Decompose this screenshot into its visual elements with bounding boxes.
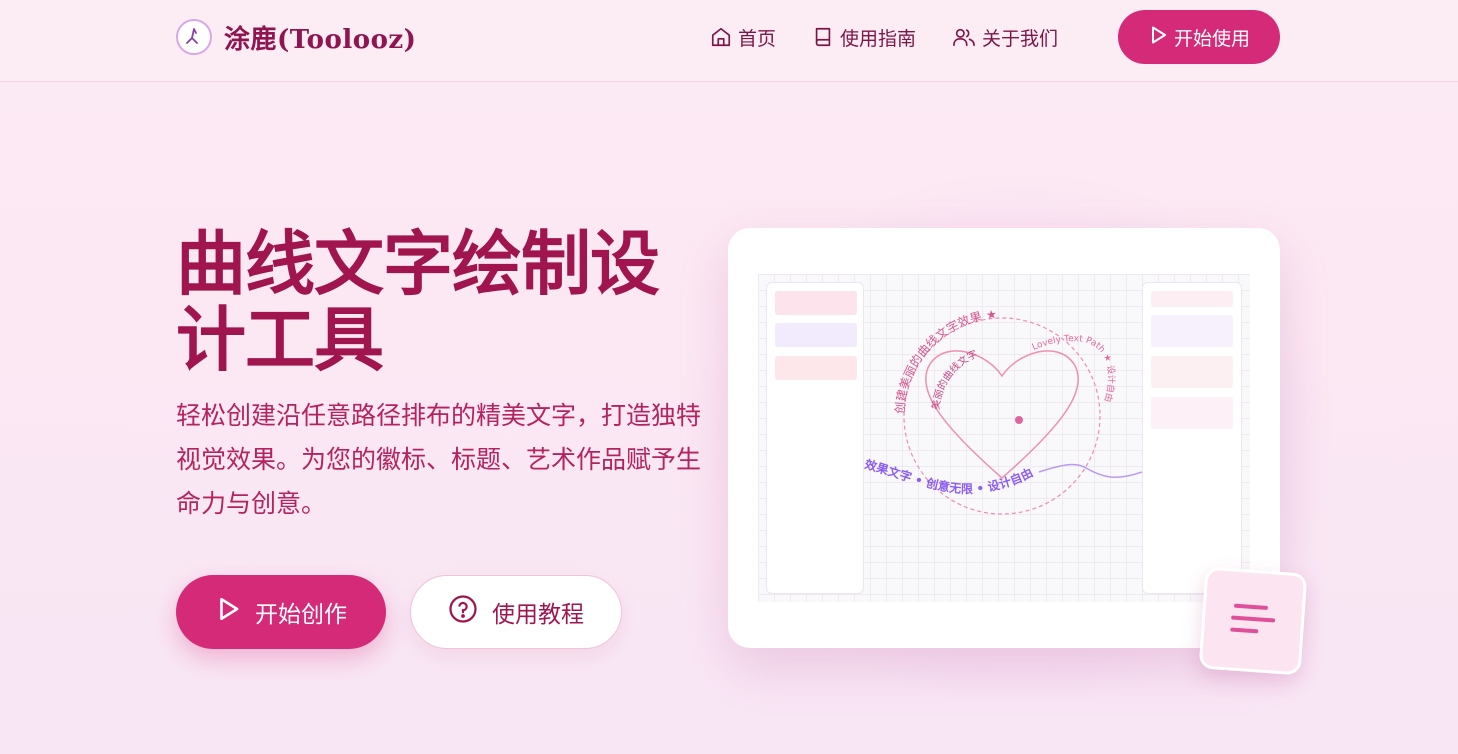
brand-logo[interactable]: 涂鹿(Toolooz) <box>176 18 416 56</box>
wave-text: 效果文字 • 创意无限 • 设计自由 <box>864 456 1035 496</box>
circle-text-path: 创建美丽的曲线文字效果 ★ <box>893 307 998 414</box>
circle-text: 创建美丽的曲线文字效果 ★ <box>893 307 998 414</box>
tutorial-button[interactable]: 使用教程 <box>410 575 622 649</box>
help-circle-icon <box>448 594 478 630</box>
panel-bar <box>775 323 857 347</box>
start-creating-button[interactable]: 开始创作 <box>176 575 386 649</box>
panel-bar <box>1151 315 1233 347</box>
preview-right-panel <box>1142 282 1242 594</box>
header-start-label: 开始使用 <box>1173 27 1250 50</box>
deer-logo-icon <box>176 19 212 55</box>
tutorial-label: 使用教程 <box>492 602 584 628</box>
nav-guide[interactable]: 使用指南 <box>812 24 916 51</box>
align-text-icon <box>1223 595 1282 647</box>
heart-text-path: Lovely Text Path ★ 设计自由 <box>1031 334 1118 403</box>
editor-preview-card: 创建美丽的曲线文字效果 ★ Lovely Text Path ★ 设计自由 美丽… <box>728 228 1280 648</box>
wave-text-path: 效果文字 • 创意无限 • 设计自由 <box>864 456 1035 496</box>
menu-float-card[interactable] <box>1198 566 1308 676</box>
play-icon <box>215 596 241 628</box>
nav-about[interactable]: 关于我们 <box>952 24 1058 51</box>
play-icon <box>1148 25 1168 50</box>
panel-bar <box>1151 356 1233 388</box>
main-nav: 首页 使用指南 关于我们 <box>710 10 1094 64</box>
hero-subtitle: 轻松创建沿任意路径排布的精美文字，打造独特视觉效果。为您的徽标、标题、艺术作品赋… <box>176 401 702 518</box>
preview-left-panel <box>766 282 864 594</box>
book-icon <box>812 26 834 48</box>
panel-bar <box>1151 291 1233 307</box>
panel-bar <box>1151 397 1233 429</box>
panel-bar <box>775 291 857 315</box>
header-start-button[interactable]: 开始使用 <box>1118 10 1280 64</box>
center-dot <box>1015 416 1023 424</box>
nav-guide-label: 使用指南 <box>840 27 917 50</box>
nav-home[interactable]: 首页 <box>710 24 776 51</box>
brand-name: 涂鹿(Toolooz) <box>224 24 417 55</box>
hero-title: 曲线文字绘制设计工具 <box>176 223 660 381</box>
wave-line <box>1038 463 1142 478</box>
panel-bar <box>775 356 857 380</box>
home-icon <box>710 26 732 48</box>
top-navigation-bar: 涂鹿(Toolooz) 首页 使用指南 关于我们 开始使用 <box>0 0 1458 82</box>
users-icon <box>952 26 976 48</box>
nav-about-label: 关于我们 <box>982 27 1059 50</box>
curve-text-stage: 创建美丽的曲线文字效果 ★ Lovely Text Path ★ 设计自由 美丽… <box>864 307 1142 515</box>
nav-home-label: 首页 <box>738 27 777 50</box>
heart-text: Lovely Text Path ★ 设计自由 <box>1031 334 1118 403</box>
start-creating-label: 开始创作 <box>255 602 347 628</box>
